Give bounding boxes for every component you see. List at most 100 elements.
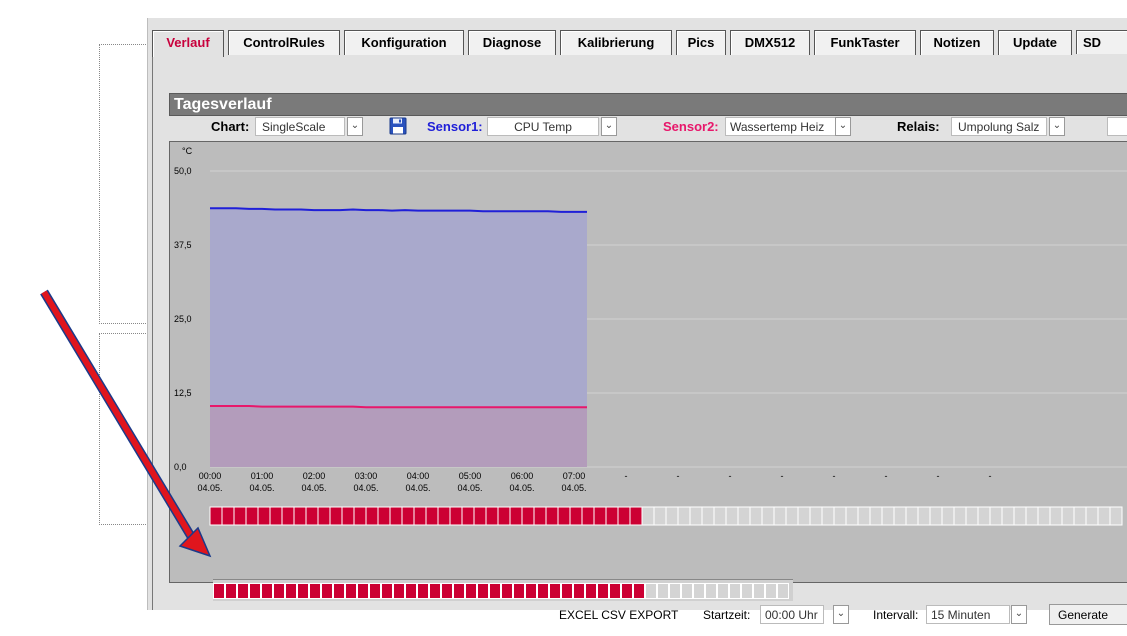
relay-segment [929,506,943,526]
relay-segment [261,583,273,599]
relay-segment [617,506,631,526]
x-tick-time: - [729,471,732,481]
intervall-select[interactable]: 15 Minuten [926,605,1010,624]
relay-segment [545,506,559,526]
relay-segment [593,506,607,526]
relay-segment [497,506,511,526]
relay-segment [381,583,393,599]
tab-pics[interactable]: Pics [676,30,726,55]
relay-segment [641,506,655,526]
relay-segment [633,583,645,599]
relay-segment [425,506,439,526]
relay-segment [233,506,247,526]
relay-segment [437,506,451,526]
relais-label: Relais: [897,119,940,134]
tab-kalibrierung[interactable]: Kalibrierung [560,30,672,55]
tab-controlrules[interactable]: ControlRules [228,30,340,55]
sensor2-select[interactable]: Wassertemp Heiz [725,117,837,136]
tab-funktaster[interactable]: FunkTaster [814,30,916,55]
relay-segment [329,506,343,526]
relay-segment [501,583,513,599]
relay-segment [297,583,309,599]
tab-notizen[interactable]: Notizen [920,30,994,55]
x-tick-date: 04.05. [301,483,326,493]
relay-segment [269,506,283,526]
chevron-down-icon[interactable]: ⌄ [347,117,363,136]
relay-segment [1073,506,1087,526]
relay-segment [581,506,595,526]
intervall-label: Intervall: [873,608,919,622]
chevron-down-icon[interactable]: ⌄ [1049,117,1065,136]
sensor2-label: Sensor2: [663,119,719,134]
relay-segment [1061,506,1075,526]
relay-segment [605,506,619,526]
relay-segment [461,506,475,526]
x-tick-date: 04.05. [197,483,222,493]
relay-segment [989,506,1003,526]
relay-segment [869,506,883,526]
tab-sd[interactable]: SD [1076,30,1127,54]
tab-konfiguration[interactable]: Konfiguration [344,30,464,55]
chevron-down-icon[interactable]: ⌄ [1011,605,1027,624]
chevron-down-icon[interactable]: ⌄ [833,605,849,624]
relay-segment [585,583,597,599]
relay-segment [221,506,235,526]
generate-button[interactable]: Generate [1049,604,1127,625]
relay-segment [1097,506,1111,526]
relais-select[interactable]: Umpolung Salz [951,117,1047,136]
relay-segment [525,583,537,599]
relay-segment [389,506,403,526]
relay-segment [609,583,621,599]
relay-segment [717,583,729,599]
relay-segment [693,583,705,599]
chevron-down-icon[interactable]: ⌄ [835,117,851,136]
relay-segment [333,583,345,599]
x-tick-time: - [833,471,836,481]
tab-dmx512[interactable]: DMX512 [730,30,810,55]
startzeit-select[interactable]: 00:00 Uhr [760,605,824,624]
relay-segment [597,583,609,599]
chart-controls: Chart: SingleScale ⌄ Sensor1: CPU Temp ⌄… [169,117,1127,139]
relay-segment [905,506,919,526]
relay-segment [369,583,381,599]
relay-segment [1109,506,1123,526]
x-tick-date: 04.05. [457,483,482,493]
x-tick-time: - [885,471,888,481]
relay-segment [737,506,751,526]
relay-segment [209,506,223,526]
relay-segment [893,506,907,526]
relay-segment [569,506,583,526]
app-panel: Verlauf ControlRules Konfiguration Diagn… [147,18,1127,625]
x-tick-time: - [937,471,940,481]
extra-select[interactable] [1107,117,1127,136]
floppy-disk-icon[interactable] [389,117,407,135]
y-tick-label: 50,0 [174,166,192,176]
x-tick-time: - [781,471,784,481]
relay-segment [665,506,679,526]
relay-segment [917,506,931,526]
sensor1-select[interactable]: CPU Temp [487,117,599,136]
y-tick-label: 25,0 [174,314,192,324]
x-tick-time: - [625,471,628,481]
relay-segment [573,583,585,599]
y-tick-label: 0,0 [174,462,187,472]
tab-update[interactable]: Update [998,30,1072,55]
relay-segment [833,506,847,526]
tab-verlauf[interactable]: Verlauf [152,30,224,57]
chevron-down-icon[interactable]: ⌄ [601,117,617,136]
relay-segment [561,583,573,599]
relay-segment [749,506,763,526]
sensor1-label: Sensor1: [427,119,483,134]
relay-segment [237,583,249,599]
tab-diagnose[interactable]: Diagnose [468,30,556,55]
relay-segment [645,583,657,599]
relay-segment [881,506,895,526]
export-row: EXCEL CSV EXPORT Startzeit: 00:00 Uhr ⌄ … [153,603,1127,627]
relay-segment [629,506,643,526]
x-tick-time: 06:00 [511,471,534,481]
relay-segment [537,583,549,599]
relay-segment [809,506,823,526]
chart-select[interactable]: SingleScale [255,117,345,136]
relay-segment [405,583,417,599]
relay-segment [473,506,487,526]
